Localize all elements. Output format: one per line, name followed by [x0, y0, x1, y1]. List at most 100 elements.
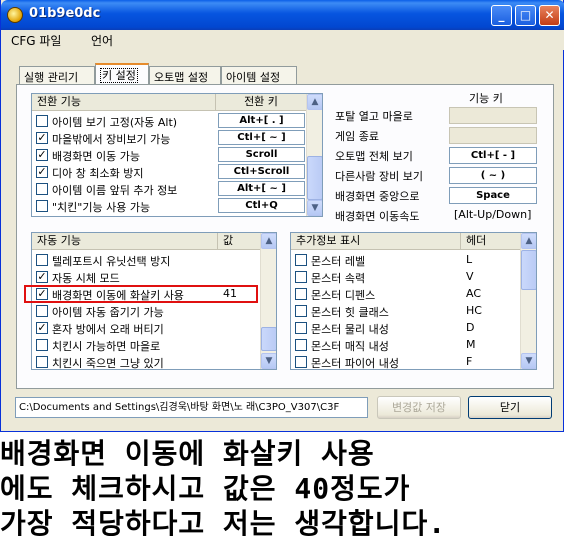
menu-language[interactable]: 언어 — [91, 32, 113, 49]
list-item[interactable]: 몬스터 속력 V — [291, 268, 521, 285]
info-list-scrollbar[interactable]: ▲ ▼ — [520, 233, 536, 369]
list-item[interactable]: 아이템 자동 줍기기 가능 — [32, 302, 261, 319]
scroll-thumb[interactable] — [307, 156, 322, 200]
menu-cfg-file[interactable]: CFG 파일 — [11, 32, 61, 49]
list-item[interactable]: 몬스터 파이어 내성 F — [291, 353, 521, 369]
checkbox[interactable] — [295, 339, 307, 351]
list-item[interactable]: ✓ 마을밖에서 장비보기 가능 Ctl+[ ~ ] — [32, 129, 307, 146]
list-item[interactable]: 몬스터 매직 내성 M — [291, 336, 521, 353]
checkbox[interactable] — [36, 356, 48, 368]
checkbox[interactable]: ✓ — [36, 132, 48, 144]
scroll-up-icon[interactable]: ▲ — [307, 94, 322, 110]
checkbox[interactable]: ✓ — [36, 166, 48, 178]
save-changes-button[interactable]: 변경값 저장 — [377, 396, 461, 419]
caption-line-1: 배경화면 이동에 화살키 사용 — [0, 437, 375, 470]
list-item[interactable]: ✓ 배경화면 이동 가능 Scroll — [32, 146, 307, 163]
hotkey-field[interactable]: Scroll — [218, 147, 305, 162]
list-item[interactable]: 몬스터 디펜스 AC — [291, 285, 521, 302]
list-item-value: D — [466, 321, 475, 334]
scroll-down-icon[interactable]: ▼ — [261, 353, 276, 369]
function-key-field[interactable]: ( ~ ) — [449, 167, 537, 184]
list-item[interactable]: "치킨"기능 사용 가능 Ctl+Q — [32, 197, 307, 214]
col-auto-value[interactable]: 값 — [218, 233, 261, 250]
hotkey-field[interactable]: Ctl+Q — [218, 198, 305, 213]
function-key-field[interactable]: Space — [449, 187, 537, 204]
maximize-button[interactable]: □ — [515, 5, 536, 26]
checkbox[interactable] — [295, 305, 307, 317]
toggle-list-scrollbar[interactable]: ▲ ▼ — [306, 94, 322, 216]
list-item[interactable]: 몬스터 레벨 L — [291, 251, 521, 268]
tab-automap-settings[interactable]: 오토맵 설정 — [149, 66, 221, 84]
list-item-label: 텔레포트시 유닛선택 방지 — [52, 255, 171, 268]
toggle-list[interactable]: 전환 기능 전환 키 아이템 보기 고정(자동 Alt) Alt+[ . ] ✓ 마을… — [31, 93, 323, 217]
checkbox[interactable] — [36, 339, 48, 351]
checkbox[interactable] — [36, 200, 48, 212]
tab-item-settings-label: 아이템 설정 — [226, 71, 281, 84]
list-item-label: 혼자 방에서 오래 버티기 — [52, 323, 164, 336]
checkbox[interactable]: ✓ — [36, 149, 48, 161]
auto-list-scrollbar[interactable]: ▲ ▼ — [260, 233, 276, 369]
checkbox[interactable] — [295, 254, 307, 266]
close-button[interactable]: ✕ — [539, 5, 560, 26]
checkbox[interactable] — [295, 322, 307, 334]
window-title: 01b9e0dc — [29, 6, 101, 21]
checkbox[interactable] — [36, 254, 48, 266]
app-window: 01b9e0dc _ □ ✕ CFG 파일 언어 실행 관리기 키 설정 오토맵… — [0, 0, 564, 432]
function-key-field[interactable] — [449, 107, 537, 124]
col-auto-function[interactable]: 자동 기능 — [32, 233, 218, 250]
scroll-thumb[interactable] — [261, 327, 276, 351]
function-key-label: 포탈 열고 마을로 — [335, 110, 413, 123]
scroll-up-icon[interactable]: ▲ — [521, 233, 536, 249]
checkbox[interactable]: ✓ — [36, 322, 48, 334]
cfg-path-field[interactable]: C:\Documents and Settings\김경욱\바탕 화면\노 래\… — [15, 397, 368, 418]
function-key-label: 배경화면 중앙으로 — [335, 190, 420, 203]
checkbox[interactable] — [295, 271, 307, 283]
list-item[interactable]: 텔레포트시 유닛선택 방지 — [32, 251, 261, 268]
list-item[interactable]: 치킨시 가능하면 마을로 — [32, 336, 261, 353]
tab-launcher[interactable]: 실행 관리기 — [19, 66, 95, 84]
list-item[interactable]: ✓ 디아 창 최소화 방지 Ctl+Scroll — [32, 163, 307, 180]
caption-line-3: 가장 적당하다고 저는 생각합니다. — [0, 507, 447, 540]
title-bar[interactable]: 01b9e0dc _ □ ✕ — [1, 0, 564, 30]
function-key-label: 게임 종료 — [335, 130, 379, 143]
checkbox[interactable] — [295, 356, 307, 368]
checkbox[interactable] — [36, 183, 48, 195]
hotkey-field[interactable]: Ctl+Scroll — [218, 164, 305, 179]
function-key-field[interactable]: Ctl+[ - ] — [449, 147, 537, 164]
scroll-down-icon[interactable]: ▼ — [521, 353, 536, 369]
list-item[interactable]: 몬스터 물리 내성 D — [291, 319, 521, 336]
tab-key-settings-label: 키 설정 — [100, 68, 138, 83]
checkbox[interactable]: ✓ — [36, 271, 48, 283]
hotkey-field[interactable]: Alt+[ . ] — [218, 113, 305, 128]
hotkey-field[interactable]: Ctl+[ ~ ] — [218, 130, 305, 145]
tab-key-settings[interactable]: 키 설정 — [95, 63, 149, 85]
list-item-label: 아이템 자동 줍기기 가능 — [52, 306, 164, 319]
list-item[interactable]: ✓ 혼자 방에서 오래 버티기 — [32, 319, 261, 336]
close-dialog-button[interactable]: 닫기 — [468, 396, 552, 419]
list-item[interactable]: 아이템 보기 고정(자동 Alt) Alt+[ . ] — [32, 112, 307, 129]
list-item[interactable]: 아이템 이름 앞뒤 추가 정보 Alt+[ ~ ] — [32, 180, 307, 197]
list-item[interactable]: ✓ 자동 시체 모드 — [32, 268, 261, 285]
hotkey-field[interactable]: Alt+[ ~ ] — [218, 181, 305, 196]
list-item-label: 몬스터 디펜스 — [311, 289, 376, 302]
function-key-field[interactable] — [449, 127, 537, 144]
checkbox[interactable] — [36, 305, 48, 317]
scroll-thumb[interactable] — [521, 250, 536, 290]
col-info-display[interactable]: 추가정보 표시 — [291, 233, 461, 250]
tab-item-settings[interactable]: 아이템 설정 — [221, 66, 297, 84]
checkbox[interactable] — [295, 288, 307, 300]
minimize-button[interactable]: _ — [491, 5, 512, 26]
list-item-value: HC — [466, 304, 482, 317]
checkbox[interactable] — [36, 115, 48, 127]
col-toggle-key[interactable]: 전환 키 — [216, 94, 307, 111]
list-item-value: F — [466, 355, 473, 368]
list-item-label: 아이템 보기 고정(자동 Alt) — [52, 116, 178, 129]
scroll-down-icon[interactable]: ▼ — [307, 200, 322, 216]
col-toggle-function[interactable]: 전환 기능 — [32, 94, 216, 111]
tab-automap-settings-label: 오토맵 설정 — [154, 71, 209, 84]
scroll-up-icon[interactable]: ▲ — [261, 233, 276, 249]
extra-info-list[interactable]: 추가정보 표시 헤더 몬스터 레벨 L 몬스터 속력 V 몬스터 디펜스 AC 몬스터 힛 … — [290, 232, 537, 370]
list-item[interactable]: 몬스터 힛 클래스 HC — [291, 302, 521, 319]
list-item[interactable]: 치킨시 죽으면 그냥 있기 — [32, 353, 261, 369]
col-info-header[interactable]: 헤더 — [461, 233, 521, 250]
